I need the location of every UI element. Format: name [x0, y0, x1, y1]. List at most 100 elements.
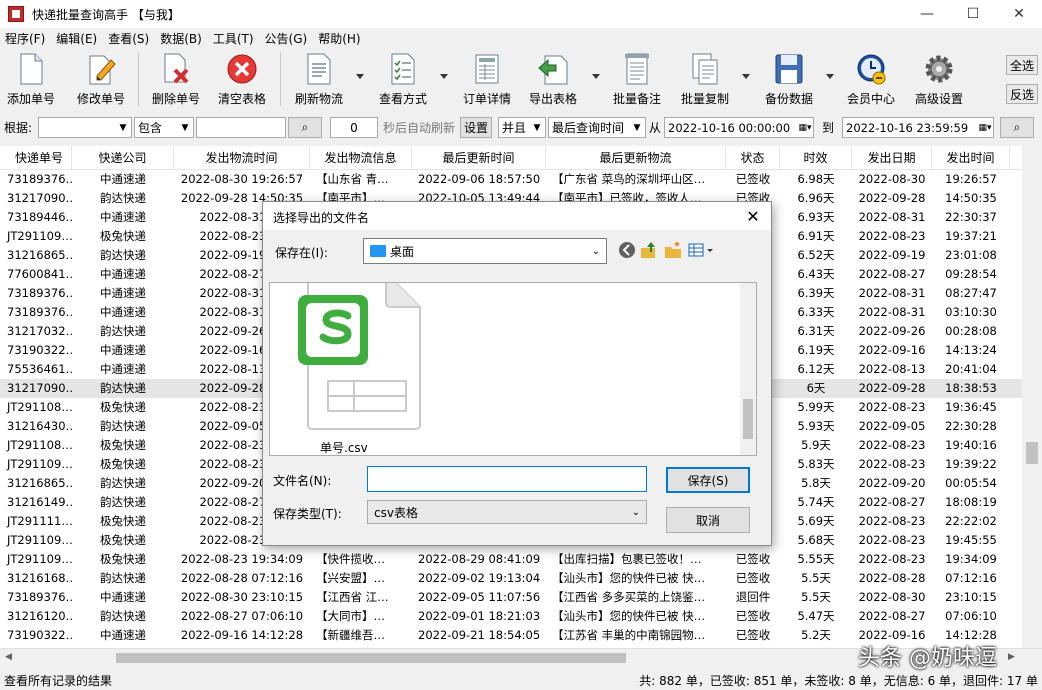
- table-cell: 19:34:09: [945, 552, 997, 566]
- scroll-thumb[interactable]: [116, 653, 626, 663]
- column-header[interactable]: 发出物流时间: [174, 146, 310, 170]
- add-order-button[interactable]: 添加单号: [4, 52, 58, 108]
- keyword-input[interactable]: [196, 117, 286, 138]
- menu-data[interactable]: 数据(B): [155, 30, 208, 47]
- table-cell: 00:28:08: [945, 324, 997, 338]
- scroll-left-icon[interactable]: ◀: [5, 652, 12, 662]
- maximize-button[interactable]: ☐: [950, 0, 996, 28]
- clear-table-button[interactable]: 清空表格: [214, 52, 270, 108]
- table-cell: 5.68天: [797, 533, 835, 547]
- table-cell: 2022-09-16: [858, 343, 926, 357]
- table-cell: 2022-08-27: [858, 495, 926, 509]
- refresh-interval-input[interactable]: 0: [330, 117, 378, 138]
- keyword-search-button[interactable]: ⌕: [288, 117, 322, 138]
- minimize-button[interactable]: —: [904, 0, 950, 28]
- table-row[interactable]: 73189376… 中通速递 2022-08-30 23:10:15 【江西省 江… 2…: [0, 588, 1022, 607]
- save-in-select[interactable]: 桌面 ⌄: [363, 238, 607, 264]
- close-button[interactable]: ✕: [996, 0, 1042, 28]
- status-summary: 共: 882 单，已签收: 851 单，未签收: 8 单，无信息: 6 单，退回…: [639, 674, 1038, 688]
- export-dropdown-icon[interactable]: [592, 74, 600, 79]
- table-row[interactable]: 73189376… 中通速递 2022-08-30 19:26:57 【山东省 青… 2…: [0, 170, 1022, 189]
- table-cell: 【快件揽收…: [316, 552, 385, 566]
- filename-input[interactable]: [367, 466, 647, 492]
- member-center-button[interactable]: 会员中心: [842, 52, 900, 108]
- column-header[interactable]: 发出时间: [932, 146, 1010, 170]
- menu-view[interactable]: 查看(S): [103, 30, 155, 47]
- new-folder-icon[interactable]: [663, 240, 683, 260]
- backup-data-button[interactable]: 备份数据: [760, 52, 818, 108]
- scroll-thumb[interactable]: [743, 399, 753, 439]
- scroll-thumb[interactable]: [1026, 442, 1038, 464]
- table-cell: 2022-08-27 07:06:10: [180, 609, 304, 623]
- set-button[interactable]: 设置: [460, 117, 492, 138]
- menu-tools[interactable]: 工具(T): [208, 30, 260, 47]
- table-cell: 中通速递: [100, 590, 146, 604]
- vertical-scrollbar[interactable]: [1022, 146, 1042, 648]
- table-cell: 韵达快递: [100, 476, 146, 490]
- column-header[interactable]: 快递公司: [72, 146, 174, 170]
- table-row[interactable]: JT291109… 极兔快递 2022-08-23 19:34:09 【快件揽收… 20…: [0, 550, 1022, 569]
- refresh-dropdown-icon[interactable]: [356, 74, 364, 79]
- menu-help[interactable]: 帮助(H): [313, 30, 366, 47]
- date-search-button[interactable]: ⌕: [1000, 117, 1034, 138]
- menu-notice[interactable]: 公告(G): [260, 30, 314, 47]
- back-icon[interactable]: [617, 240, 637, 260]
- view-mode-dropdown-icon[interactable]: [440, 74, 448, 79]
- advanced-settings-button[interactable]: 高级设置: [908, 52, 970, 108]
- delete-order-button[interactable]: 删除单号: [148, 52, 204, 108]
- column-header[interactable]: 状态: [726, 146, 780, 170]
- copy-dropdown-icon[interactable]: [742, 74, 750, 79]
- table-cell: 韵达快递: [100, 191, 146, 205]
- view-mode-button[interactable]: 查看方式: [372, 52, 434, 108]
- menu-program[interactable]: 程序(F): [0, 30, 51, 47]
- table-row[interactable]: 31216168… 韵达快递 2022-08-28 07:12:16 【兴安盟】… 20…: [0, 569, 1022, 588]
- match-select[interactable]: 包含 ▼: [134, 117, 194, 138]
- batch-copy-button[interactable]: 批量复制: [676, 52, 734, 108]
- edit-order-button[interactable]: 修改单号: [74, 52, 128, 108]
- order-detail-button[interactable]: 订单详情: [458, 52, 516, 108]
- table-row[interactable]: 31216120… 韵达快递 2022-08-27 07:06:10 【大同市】… 20…: [0, 607, 1022, 626]
- from-date-picker[interactable]: 2022-10-16 00:00:00 ▦▾: [664, 117, 814, 138]
- table-cell: 19:39:22: [945, 457, 997, 471]
- table-cell: 03:10:30: [945, 305, 997, 319]
- table-cell: 07:12:16: [945, 571, 997, 585]
- to-date-picker[interactable]: 2022-10-16 23:59:59 ▦▾: [842, 117, 994, 138]
- column-header[interactable]: 最后更新时间: [412, 146, 546, 170]
- table-cell: 2022-08-23: [858, 457, 926, 471]
- table-cell: 22:30:37: [945, 210, 997, 224]
- file-list-scrollbar[interactable]: [740, 283, 756, 455]
- column-header[interactable]: 发出物流信息: [310, 146, 412, 170]
- column-header[interactable]: 发出日期: [852, 146, 932, 170]
- table-cell: 【兴安盟】…: [316, 571, 385, 585]
- refresh-logistics-button[interactable]: 刷新物流: [290, 52, 348, 108]
- file-item[interactable]: [292, 283, 422, 433]
- column-header[interactable]: 最后更新物流: [546, 146, 726, 170]
- filetype-select[interactable]: csv表格 ⌄: [367, 500, 647, 524]
- table-cell: JT291109…: [7, 533, 72, 547]
- export-table-button[interactable]: 导出表格: [524, 52, 582, 108]
- table-cell: 5.93天: [797, 419, 835, 433]
- table-cell: 2022-08-31: [858, 210, 926, 224]
- table-cell: 31217090…: [7, 191, 72, 205]
- scroll-right-icon[interactable]: ▶: [1008, 652, 1015, 662]
- invert-selection-button[interactable]: 反选: [1006, 84, 1038, 104]
- table-cell: JT291111…: [7, 514, 72, 528]
- file-list[interactable]: 单号.csv: [269, 282, 757, 456]
- time-field-select[interactable]: 最后查询时间 ▼: [548, 117, 646, 138]
- logic-select[interactable]: 并且 ▼: [498, 117, 546, 138]
- table-cell: 14:13:24: [945, 343, 997, 357]
- view-menu-icon[interactable]: [687, 240, 715, 260]
- file-name-label[interactable]: 单号.csv: [320, 439, 368, 455]
- backup-dropdown-icon[interactable]: [826, 74, 834, 79]
- column-header[interactable]: 时效: [780, 146, 852, 170]
- batch-note-button[interactable]: 批量备注: [608, 52, 666, 108]
- save-button[interactable]: 保存(S): [666, 467, 750, 493]
- field-select[interactable]: ▼: [38, 117, 132, 138]
- menu-edit[interactable]: 编辑(E): [51, 30, 103, 47]
- select-all-button[interactable]: 全选: [1006, 55, 1038, 75]
- column-header[interactable]: 快递单号: [0, 146, 72, 170]
- table-cell: 6.93天: [797, 210, 835, 224]
- up-folder-icon[interactable]: [639, 240, 659, 260]
- dialog-close-button[interactable]: ✕: [741, 204, 765, 228]
- cancel-button[interactable]: 取消: [666, 507, 750, 533]
